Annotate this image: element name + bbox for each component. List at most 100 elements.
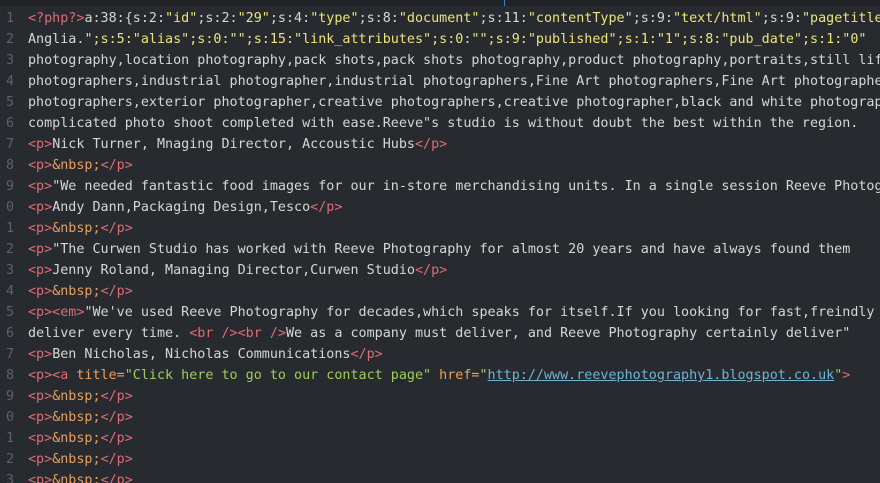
line-number: 2 xyxy=(6,242,15,257)
code-token-tag: </p> xyxy=(100,431,133,446)
code-token-tag: <p> xyxy=(28,179,53,194)
code-line[interactable]: photographers,exterior photographer,crea… xyxy=(28,92,880,113)
code-token-tag: <p> xyxy=(28,431,53,446)
code-line[interactable]: <p>"We needed fantastic food images for … xyxy=(28,176,880,197)
code-token-tag: <p><em> xyxy=(28,305,85,320)
line-number: 3 xyxy=(6,53,15,68)
line-number-gutter: 1 2 3 4 5 6 7 8 9 0 1 2 3 4 5 6 7 8 9 0 1 2 3 xyxy=(0,0,20,483)
code-token-plain: Jenny Roland, Managing Director,Curwen S… xyxy=(52,263,415,278)
code-token-tag: <p> xyxy=(28,158,53,173)
line-number: 4 xyxy=(6,74,15,89)
code-token-tag: </p> xyxy=(100,284,133,299)
code-line[interactable]: <p><a title="Click here to go to our con… xyxy=(28,365,850,386)
line-number: 1 xyxy=(6,11,15,26)
code-token-plain: ;s:8: xyxy=(358,11,399,26)
code-line[interactable]: deliver every time. <br /><br />We as a … xyxy=(28,323,850,344)
code-token-plain: deliver every time. xyxy=(28,326,190,341)
code-token-tag: <p> xyxy=(28,389,53,404)
code-token-tag: <p> xyxy=(28,452,53,467)
code-token-aval: " xyxy=(479,368,488,383)
code-token-str: "type" xyxy=(310,11,359,26)
code-line[interactable]: <p>&nbsp;</p> xyxy=(28,428,133,449)
code-area[interactable]: <?php?>a:38:{s:2:"id";s:2:"29";s:4:"type… xyxy=(28,0,880,483)
code-token-plain: We as a company must deliver, and Reeve … xyxy=(286,326,851,341)
code-token-tag: </p> xyxy=(350,347,383,362)
code-token-plain: "The Curwen Studio has worked with Reeve… xyxy=(52,242,851,257)
line-number: 8 xyxy=(6,158,15,173)
code-line[interactable]: <p>"The Curwen Studio has worked with Re… xyxy=(28,239,850,260)
code-token-ent: &nbsp; xyxy=(52,473,101,483)
code-token-tag: <p> xyxy=(28,221,53,236)
code-token-tag: <br /> xyxy=(237,326,286,341)
code-token-str: ";s:5:"alias";s:0:"";s:15:"link_attribut… xyxy=(84,32,867,47)
code-token-str: "pagetitle" xyxy=(802,11,880,26)
code-line[interactable]: <p>Ben Nicholas, Nicholas Communications… xyxy=(28,344,383,365)
code-token-ent: &nbsp; xyxy=(52,158,101,173)
code-line[interactable]: <p><em>"We've used Reeve Photography for… xyxy=(28,302,875,323)
code-token-str: "text/html" xyxy=(673,11,762,26)
code-token-str: "document" xyxy=(398,11,480,26)
code-token-tag: </p> xyxy=(414,137,448,152)
code-line[interactable]: <?php?>a:38:{s:2:"id";s:2:"29";s:4:"type… xyxy=(28,8,880,29)
code-token-tag: </p> xyxy=(100,473,133,483)
line-number: 7 xyxy=(6,137,15,152)
code-token-plain: Andy Dann,Packaging Design,Tesco xyxy=(52,200,311,215)
line-number: 8 xyxy=(6,368,15,383)
code-line[interactable]: complicated photo shoot completed with e… xyxy=(28,113,858,134)
code-line[interactable]: <p>&nbsp;</p> xyxy=(28,155,133,176)
code-line[interactable]: <p>Andy Dann,Packaging Design,Tesco</p> xyxy=(28,197,342,218)
code-token-tag: <p> xyxy=(28,200,53,215)
code-token-ent: &nbsp; xyxy=(52,284,101,299)
code-token-aval: "Click here to go to our contact page" xyxy=(124,368,432,383)
code-token-tag: <p> xyxy=(28,347,53,362)
code-token-ent: &nbsp; xyxy=(52,431,101,446)
code-token-attr: href= xyxy=(439,368,480,383)
code-token-tag: <p> xyxy=(28,284,53,299)
code-token-plain: ;s:9: xyxy=(632,11,673,26)
code-line[interactable]: <p>&nbsp;</p> xyxy=(28,386,133,407)
code-token-tag: </p> xyxy=(100,410,133,425)
code-editor[interactable]: 1 2 3 4 5 6 7 8 9 0 1 2 3 4 5 6 7 8 9 0 1 2 3 <?php?>a:38:{s:2… xyxy=(0,0,880,483)
code-token-str: "id" xyxy=(165,11,198,26)
line-number: 5 xyxy=(6,305,15,320)
code-token-plain: ;s:4: xyxy=(269,11,311,26)
code-token-tag: <p> xyxy=(28,473,53,483)
code-token-plain: a:38:{s:2: xyxy=(84,11,166,26)
code-token-tag: <p> xyxy=(28,242,53,257)
code-line[interactable]: <p>&nbsp;</p> xyxy=(28,470,133,483)
code-token-tag: </p> xyxy=(100,452,133,467)
code-token-attr: title= xyxy=(76,368,125,383)
line-number: 0 xyxy=(6,200,15,215)
code-token-ent: &nbsp; xyxy=(52,221,101,236)
code-token-tag: </p> xyxy=(100,158,133,173)
code-line[interactable]: <p>&nbsp;</p> xyxy=(28,449,133,470)
code-line[interactable]: <p>Nick Turner, Mnaging Director, Accous… xyxy=(28,134,447,155)
code-line[interactable]: photographers,industrial photographer,in… xyxy=(28,71,880,92)
code-token-plain: photographers,exterior photographer,crea… xyxy=(28,95,880,110)
code-token-ent: &nbsp; xyxy=(52,452,101,467)
code-token-str: "contentType" xyxy=(527,11,633,26)
line-number: 3 xyxy=(6,473,15,483)
code-token-tag: <br /> xyxy=(189,326,238,341)
code-line[interactable]: <p>&nbsp;</p> xyxy=(28,218,133,239)
code-token-tag: <p> xyxy=(28,410,53,425)
code-token-tag: > xyxy=(842,368,851,383)
code-token-plain: Nick Turner, Mnaging Director, Accoustic… xyxy=(52,137,415,152)
code-token-tag: <p> xyxy=(28,137,53,152)
code-token-plain: Ben Nicholas, Nicholas Communications xyxy=(52,347,351,362)
code-token-tag: </p> xyxy=(100,389,133,404)
code-token-tag: </p> xyxy=(414,263,448,278)
code-token-ent: &nbsp; xyxy=(52,389,101,404)
line-number: 3 xyxy=(6,263,15,278)
line-number: 5 xyxy=(6,95,15,110)
code-line[interactable]: <p>&nbsp;</p> xyxy=(28,281,133,302)
code-line[interactable]: <p>Jenny Roland, Managing Director,Curwe… xyxy=(28,260,447,281)
line-number: 2 xyxy=(6,452,15,467)
code-line[interactable]: photography,location photography,pack sh… xyxy=(28,50,880,71)
code-token-plain: "We needed fantastic food images for our… xyxy=(52,179,880,194)
code-line[interactable]: <p>&nbsp;</p> xyxy=(28,407,133,428)
line-number: 1 xyxy=(6,221,15,236)
code-token-tag: <p> xyxy=(28,263,53,278)
code-line[interactable]: Anglia.";s:5:"alias";s:0:"";s:15:"link_a… xyxy=(28,29,866,50)
